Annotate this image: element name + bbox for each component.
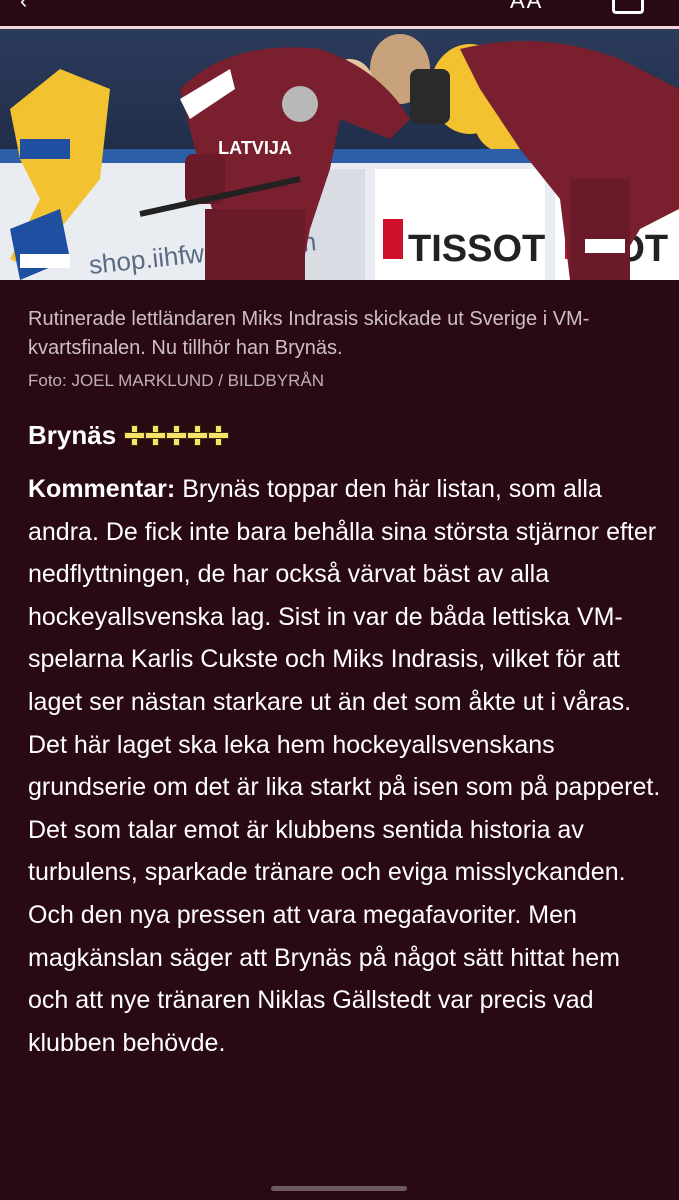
article-comment: Kommentar: Brynäs toppar den här listan,… [28,468,664,1064]
article-photo: shop.iihfworlds.com TISSOT SOT LATVIJA [0,29,679,280]
plus-star-icon [145,424,167,447]
rating-stars [124,424,230,447]
share-icon[interactable] [612,0,644,14]
jersey-text: LATVIJA [218,138,292,158]
photo-credit: Foto: JOEL MARKLUND / BILDBYRÅN [28,371,325,390]
team-heading: Brynäs [28,420,230,451]
photo-caption: Rutinerade lettländaren Miks Indrasis sk… [28,308,590,359]
plus-star-icon [124,424,146,447]
plus-star-icon [187,424,209,447]
team-name: Brynäs [28,420,117,450]
top-bar: ‹ AA [0,0,679,29]
board-text-tissot: TISSOT [408,228,545,270]
plus-star-icon [166,424,188,447]
plus-star-icon [208,424,230,447]
chevron-left-icon[interactable]: ‹ [20,0,27,14]
text-size-button[interactable]: AA [510,0,543,14]
comment-text: Brynäs toppar den här listan, som alla a… [28,475,661,1057]
comment-label: Kommentar: [28,475,176,503]
home-indicator[interactable] [271,1186,407,1191]
